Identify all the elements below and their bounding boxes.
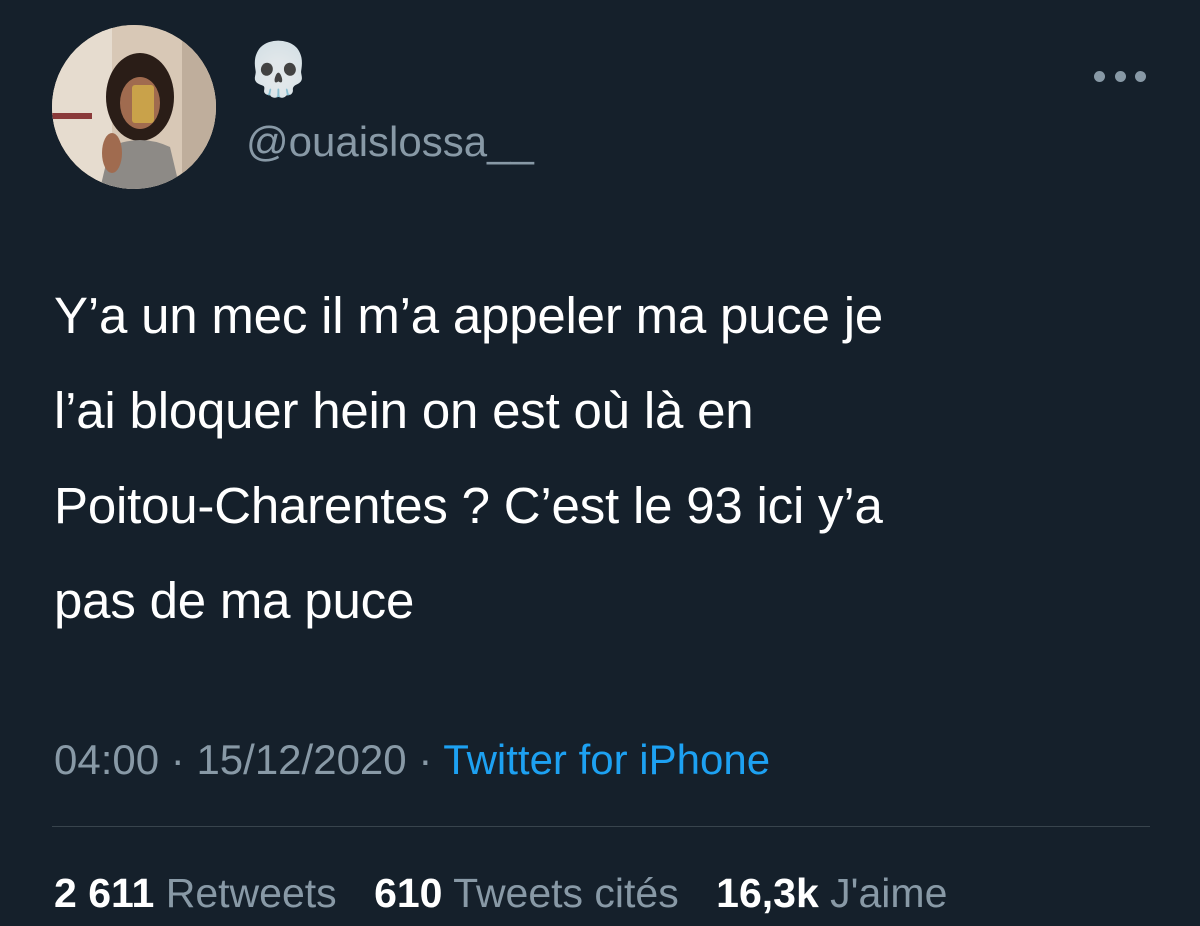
author-handle[interactable]: @ouaislossa__ — [246, 117, 534, 167]
tweet-metadata: 04:00 · 15/12/2020 · Twitter for iPhone — [54, 732, 770, 788]
more-horizontal-icon — [1094, 70, 1105, 82]
tweet-source-link[interactable]: Twitter for iPhone — [443, 736, 770, 783]
likes-stat[interactable]: 16,3k J'aime — [716, 866, 947, 920]
meta-separator: · — [406, 736, 444, 783]
profile-photo — [52, 25, 216, 189]
retweets-label: Retweets — [165, 870, 337, 916]
quote-tweets-label: Tweets cités — [453, 870, 679, 916]
more-button[interactable] — [1094, 58, 1146, 94]
more-horizontal-icon — [1135, 70, 1146, 82]
divider — [52, 826, 1150, 827]
retweets-count: 2 611 — [54, 870, 155, 916]
quote-tweets-count: 610 — [374, 870, 443, 916]
quote-tweets-stat[interactable]: 610 Tweets cités — [374, 866, 679, 920]
tweet-date[interactable]: 15/12/2020 — [196, 736, 406, 783]
tweet-detail: 💀 @ouaislossa__ Y’a un mec il m’a appele… — [0, 0, 1200, 926]
retweets-stat[interactable]: 2 611 Retweets — [54, 866, 337, 920]
likes-count: 16,3k — [716, 870, 819, 916]
avatar[interactable] — [52, 25, 216, 189]
more-horizontal-icon — [1114, 70, 1126, 82]
likes-label: J'aime — [830, 870, 948, 916]
meta-separator: · — [159, 736, 197, 783]
tweet-time[interactable]: 04:00 — [54, 736, 159, 783]
author-display-name[interactable]: 💀 — [246, 40, 311, 100]
engagement-stats: 2 611 Retweets 610 Tweets cités 16,3k J'… — [54, 866, 973, 920]
tweet-text: Y’a un mec il m’a appeler ma puce je l’a… — [54, 287, 884, 629]
